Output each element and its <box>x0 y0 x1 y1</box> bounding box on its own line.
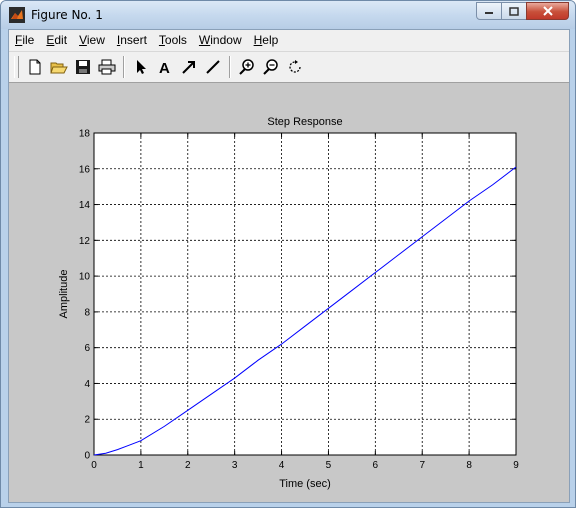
minimize-icon <box>485 12 493 14</box>
x-tick-label: 9 <box>513 460 519 471</box>
y-tick-label: 4 <box>84 379 90 390</box>
x-tick-label: 7 <box>419 460 425 471</box>
x-tick-label: 3 <box>232 460 238 471</box>
insert-text-icon: A <box>159 60 170 75</box>
edit-plot-button[interactable] <box>129 55 153 79</box>
figure-window: Figure No. 1 File Edit View Insert Tools Wind… <box>0 0 576 508</box>
y-tick-label: 6 <box>84 343 90 354</box>
x-tick-label: 0 <box>91 460 97 471</box>
x-axis-label: Time (sec) <box>279 478 331 490</box>
figure-canvas: 0 1 2 3 4 5 6 7 8 9 0 2 4 6 8 10 12 14 16 18 Step Response Ti… <box>9 83 569 502</box>
save-icon <box>76 60 90 74</box>
x-tick-label: 2 <box>185 460 191 471</box>
menu-item-window[interactable]: Window <box>193 30 248 51</box>
x-tick-label: 6 <box>373 460 379 471</box>
x-tick-label: 8 <box>466 460 472 471</box>
toolbar-separator <box>229 56 231 78</box>
insert-line-icon <box>206 60 220 74</box>
insert-arrow-button[interactable] <box>177 55 201 79</box>
axes-background <box>94 133 516 455</box>
x-tick-label: 1 <box>138 460 144 471</box>
select-arrow-icon <box>137 60 146 74</box>
zoom-in-icon <box>239 59 254 75</box>
menu-item-tools[interactable]: Tools <box>153 30 193 51</box>
title-bar[interactable]: Figure No. 1 <box>1 1 575 29</box>
menu-item-help[interactable]: Help <box>248 30 285 51</box>
insert-line-button[interactable] <box>201 55 225 79</box>
zoom-out-icon <box>263 59 278 75</box>
toolbar-separator <box>123 56 125 78</box>
new-file-icon <box>29 59 41 75</box>
y-tick-label: 14 <box>79 200 91 211</box>
minimize-button[interactable] <box>476 2 502 20</box>
maximize-icon <box>509 6 519 16</box>
print-button[interactable] <box>95 55 119 79</box>
svg-text:A: A <box>159 60 170 75</box>
figure-toolbar: A <box>9 52 569 83</box>
new-figure-button[interactable] <box>23 55 47 79</box>
zoom-out-button[interactable] <box>259 55 283 79</box>
save-button[interactable] <box>71 55 95 79</box>
maximize-button[interactable] <box>501 2 527 20</box>
y-axis-label: Amplitude <box>58 270 70 319</box>
menu-item-insert[interactable]: Insert <box>111 30 153 51</box>
insert-text-button[interactable]: A <box>153 55 177 79</box>
insert-arrow-icon <box>182 61 195 74</box>
matlab-icon <box>9 7 25 23</box>
y-tick-label: 0 <box>84 451 90 462</box>
close-icon <box>542 6 553 16</box>
y-tick-label: 16 <box>79 164 91 175</box>
zoom-in-button[interactable] <box>235 55 259 79</box>
close-button[interactable] <box>526 2 569 20</box>
toolbar-grip[interactable] <box>14 56 19 78</box>
chart-title: Step Response <box>267 116 342 128</box>
y-tick-label: 8 <box>84 307 90 318</box>
x-tick-label: 5 <box>326 460 332 471</box>
open-file-button[interactable] <box>47 55 71 79</box>
menu-item-edit[interactable]: Edit <box>40 30 73 51</box>
rotate-3d-icon <box>289 60 301 73</box>
rotate-3d-button[interactable] <box>283 55 307 79</box>
open-folder-icon <box>50 62 68 74</box>
y-tick-label: 18 <box>79 129 91 140</box>
figure-client-area: File Edit View Insert Tools Window Help A <box>8 29 570 503</box>
menu-bar: File Edit View Insert Tools Window Help <box>9 30 569 52</box>
window-title: Figure No. 1 <box>31 8 103 22</box>
print-icon <box>98 59 116 75</box>
menu-item-view[interactable]: View <box>73 30 111 51</box>
y-tick-label: 12 <box>79 236 91 247</box>
y-tick-label: 2 <box>84 415 90 426</box>
menu-item-file[interactable]: File <box>9 30 40 51</box>
y-tick-label: 10 <box>79 272 91 283</box>
x-tick-label: 4 <box>279 460 285 471</box>
step-response-plot[interactable]: 0 1 2 3 4 5 6 7 8 9024681012141618Step ResponseTi… <box>9 83 569 502</box>
